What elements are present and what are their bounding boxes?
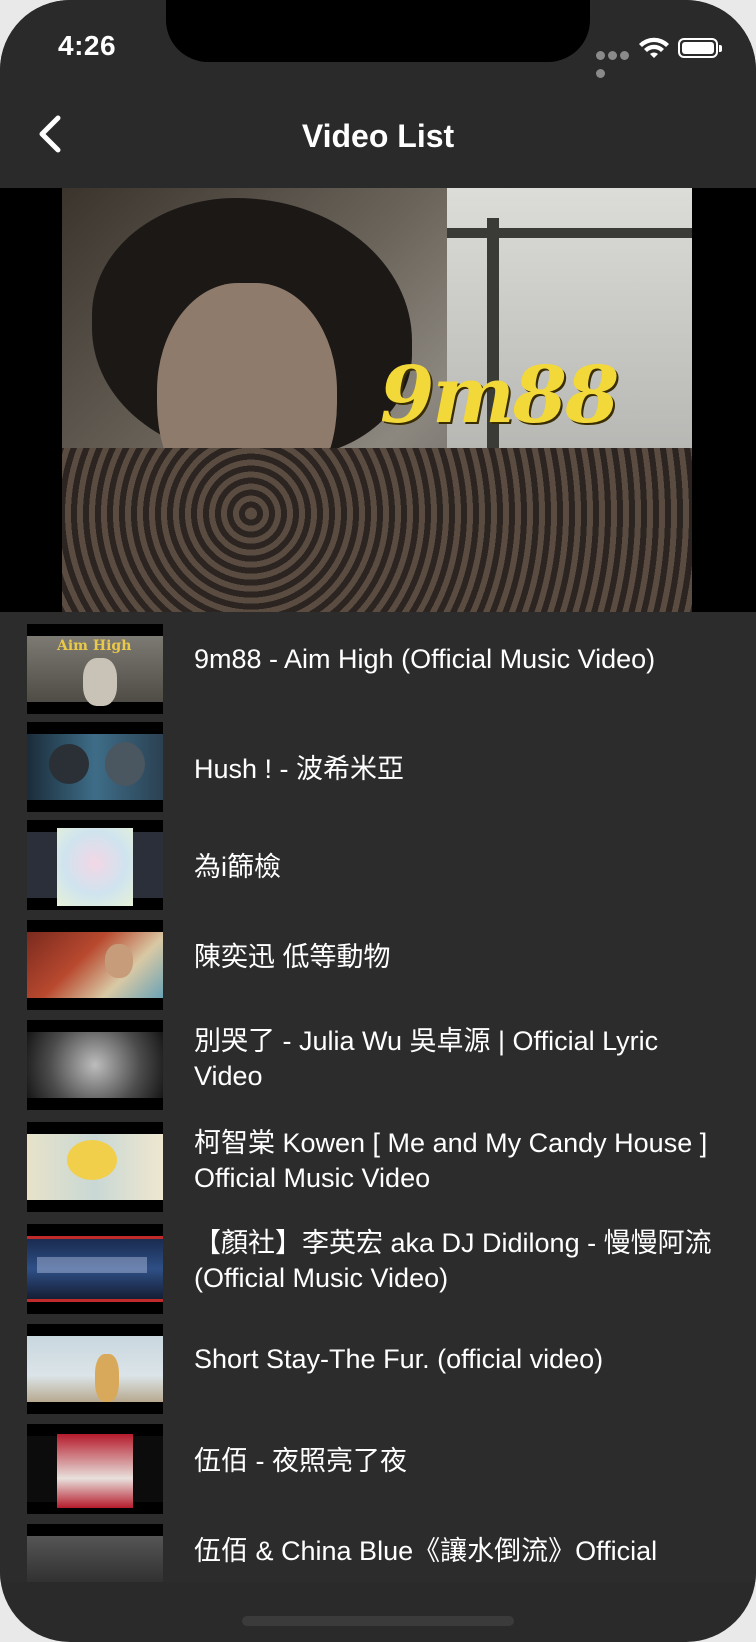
list-item[interactable]: 伍佰 & China Blue《讓水倒流》Official	[0, 1524, 756, 1582]
status-time: 4:26	[58, 30, 117, 61]
video-thumbnail	[27, 722, 163, 812]
signal-dots-icon	[596, 47, 642, 78]
list-item[interactable]: 柯智棠 Kowen [ Me and My Candy House ] Offi…	[0, 1122, 756, 1222]
nav-bar: Video List	[0, 90, 756, 188]
video-title: 【顏社】李英宏 aka DJ Didilong - 慢慢阿流 (Official…	[194, 1228, 712, 1293]
list-item[interactable]: 別哭了 - Julia Wu 吳卓源 | Official Lyric Vide…	[0, 1020, 756, 1120]
home-indicator[interactable]	[242, 1616, 514, 1626]
video-thumbnail	[27, 1524, 163, 1582]
video-title: Short Stay-The Fur. (official video)	[194, 1344, 604, 1374]
phone-screen: 4:26 Video List 9m88 Aim High 9m88 - Aim…	[0, 0, 756, 1642]
wifi-icon	[639, 37, 669, 58]
video-thumbnail	[27, 1324, 163, 1414]
video-thumbnail	[27, 820, 163, 910]
video-title: 伍佰 & China Blue《讓水倒流》Official	[194, 1536, 658, 1566]
video-thumbnail: Aim High	[27, 624, 163, 714]
notch	[166, 0, 590, 62]
video-title: 伍佰 - 夜照亮了夜	[194, 1446, 407, 1476]
video-overlay-text: 9m88	[380, 350, 619, 441]
page-title: Video List	[301, 118, 455, 154]
video-thumbnail	[27, 920, 163, 1010]
video-thumbnail	[27, 1020, 163, 1110]
video-player[interactable]: 9m88	[0, 188, 756, 612]
video-title: 陳奕迅 低等動物	[194, 942, 391, 972]
list-item[interactable]: 伍佰 - 夜照亮了夜	[0, 1424, 756, 1524]
video-frame: 9m88	[62, 188, 692, 612]
status-bar: 4:26	[0, 0, 756, 90]
thumbnail-caption: Aim High	[57, 638, 132, 654]
battery-icon	[678, 38, 722, 58]
video-thumbnail	[27, 1122, 163, 1212]
video-thumbnail	[27, 1424, 163, 1514]
video-thumbnail	[27, 1224, 163, 1314]
list-item[interactable]: Hush ! - 波希米亞	[0, 722, 756, 822]
video-list[interactable]: Aim High 9m88 - Aim High (Official Music…	[0, 612, 756, 1582]
video-title: Hush ! - 波希米亞	[194, 754, 405, 784]
video-title: 別哭了 - Julia Wu 吳卓源 | Official Lyric Vide…	[194, 1026, 659, 1091]
list-item[interactable]: Aim High 9m88 - Aim High (Official Music…	[0, 624, 756, 724]
list-item[interactable]: 【顏社】李英宏 aka DJ Didilong - 慢慢阿流 (Official…	[0, 1224, 756, 1324]
list-item[interactable]: 陳奕迅 低等動物	[0, 920, 756, 1020]
video-title: 9m88 - Aim High (Official Music Video)	[194, 644, 656, 674]
list-item[interactable]: Short Stay-The Fur. (official video)	[0, 1324, 756, 1424]
list-item[interactable]: 為i篩檢	[0, 820, 756, 920]
video-title: 為i篩檢	[194, 852, 281, 882]
video-title: 柯智棠 Kowen [ Me and My Candy House ] Offi…	[194, 1128, 708, 1193]
